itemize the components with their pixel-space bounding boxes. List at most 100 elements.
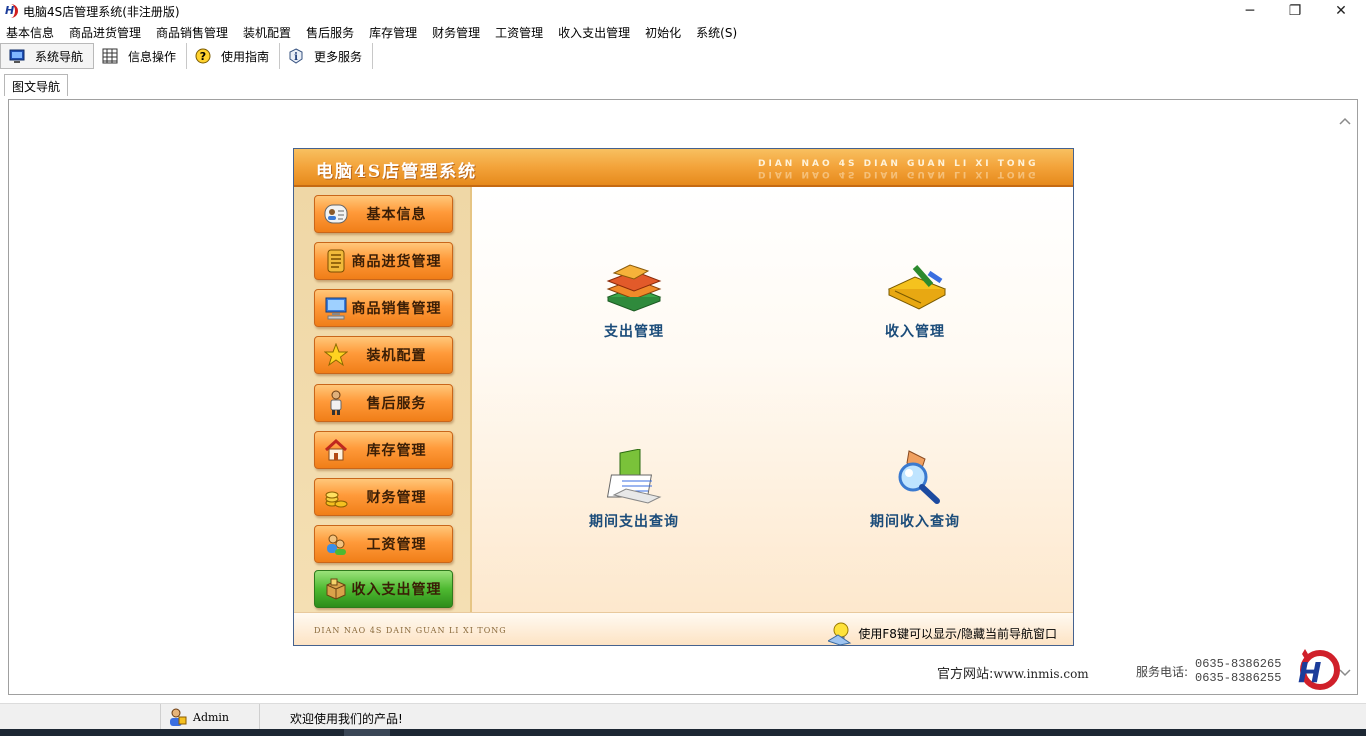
taskbar [0, 729, 1366, 736]
title-bar: H 电脑4S店管理系统(非注册版) ─ ❐ ✕ [0, 0, 1366, 22]
nav-panel: 电脑4S店管理系统 DIAN NAO 4S DIAN GUAN LI XI TO… [293, 148, 1074, 646]
panel-pinyin-reflection: DIAN NAO 4S DIAN GUAN LI XI TONG [758, 169, 1039, 179]
content-area: 电脑4S店管理系统 DIAN NAO 4S DIAN GUAN LI XI TO… [8, 99, 1358, 695]
nav-assembly-button[interactable]: 装机配置 [314, 336, 453, 374]
computer-icon [323, 295, 349, 321]
window-title: 电脑4S店管理系统(非注册版) [23, 4, 180, 19]
footer-tip: 使用F8键可以显示/隐藏当前导航窗口 [827, 621, 1057, 646]
menu-purchase[interactable]: 商品进货管理 [63, 24, 150, 41]
toolbar-system-nav-button[interactable]: 系统导航 [0, 43, 95, 69]
nav-purchase-button[interactable]: 商品进货管理 [314, 242, 453, 280]
person-icon [323, 390, 349, 416]
feature-income-management[interactable]: 收入管理 [835, 259, 995, 349]
nav-label: 收入支出管理 [351, 582, 442, 598]
nav-label: 装机配置 [366, 348, 427, 364]
toolbar-label: 系统导航 [35, 49, 84, 64]
monitor-icon [9, 48, 25, 64]
scroll-up-icon[interactable] [1339, 114, 1351, 128]
tab-strip: 图文导航 [0, 74, 1366, 96]
feature-area: 支出管理 收入管理 期间支出查询 期间收入查询 [472, 187, 1073, 612]
close-button[interactable]: ✕ [1318, 0, 1364, 22]
feature-period-income-query[interactable]: 期间收入查询 [835, 449, 995, 539]
nav-basic-info-button[interactable]: 基本信息 [314, 195, 453, 233]
minimize-button[interactable]: ─ [1227, 0, 1273, 22]
help-icon: ? [195, 48, 211, 64]
toolbar-label: 更多服务 [314, 49, 363, 64]
app-logo-icon: H [3, 3, 19, 19]
restore-button[interactable]: ❐ [1272, 0, 1318, 22]
phone-1: 0635-8386265 [1195, 657, 1282, 671]
official-site: 官方网站:www.inmis.com [937, 663, 1089, 682]
site-label: 官方网站: [937, 667, 994, 682]
svg-text:i: i [294, 52, 298, 63]
panel-title: 电脑4S店管理系统 [316, 162, 478, 182]
menu-sales[interactable]: 商品销售管理 [150, 24, 237, 41]
users-icon [323, 531, 349, 557]
nav-label: 商品销售管理 [351, 301, 442, 317]
toolbar-info-ops-button[interactable]: 信息操作 [94, 43, 188, 69]
brand-logo-icon: H [1294, 648, 1340, 692]
menu-basic-info[interactable]: 基本信息 [0, 24, 63, 41]
status-bar: Admin 欢迎使用我们的产品! [0, 703, 1366, 730]
books-icon [604, 259, 664, 315]
menu-initialize[interactable]: 初始化 [639, 24, 690, 41]
phone-numbers: 0635-8386265 0635-8386255 [1195, 657, 1281, 685]
ledger-icon [323, 248, 349, 274]
panel-footer: DIAN NAO 4S DAIN GUAN LI XI TONG 使用F8键可以… [294, 612, 1073, 646]
menu-bar: 基本信息 商品进货管理 商品销售管理 装机配置 售后服务 库存管理 财务管理 工… [0, 22, 1366, 42]
taskbar-item[interactable] [344, 729, 390, 736]
menu-inventory[interactable]: 库存管理 [363, 24, 426, 41]
feature-label: 期间支出查询 [589, 514, 679, 530]
nav-payroll-button[interactable]: 工资管理 [314, 525, 453, 563]
user-name: Admin [193, 710, 230, 724]
menu-assembly[interactable]: 装机配置 [237, 24, 300, 41]
contact-card-icon [323, 201, 349, 227]
nav-inventory-button[interactable]: 库存管理 [314, 431, 453, 469]
nav-label: 基本信息 [366, 207, 427, 223]
nav-sidebar: 基本信息 商品进货管理 商品销售管理 装机配置 售后服务 库存管理 财务管理 工… [294, 187, 472, 612]
grid-icon [102, 48, 118, 64]
status-message: 欢迎使用我们的产品! [290, 712, 403, 726]
lightbulb-icon [827, 621, 852, 646]
toolbar-label: 使用指南 [221, 49, 270, 64]
feature-period-expense-query[interactable]: 期间支出查询 [554, 448, 714, 539]
footer-tip-text: 使用F8键可以显示/隐藏当前导航窗口 [858, 626, 1057, 641]
menu-payroll[interactable]: 工资管理 [489, 24, 552, 41]
nav-income-expense-button[interactable]: 收入支出管理 [314, 570, 453, 608]
box-icon [323, 576, 349, 602]
folder-docs-icon [604, 448, 664, 505]
nav-after-sales-button[interactable]: 售后服务 [314, 384, 453, 422]
notebook-pen-icon [885, 259, 947, 315]
phone-label: 服务电话: [1136, 665, 1189, 679]
feature-label: 期间收入查询 [870, 514, 960, 530]
magnifier-icon [885, 449, 945, 505]
nav-finance-button[interactable]: 财务管理 [314, 478, 453, 516]
scroll-down-icon[interactable] [1339, 666, 1351, 680]
user-icon [167, 707, 187, 727]
status-user: Admin [160, 704, 260, 730]
nav-label: 售后服务 [366, 396, 427, 412]
feature-label: 收入管理 [885, 324, 945, 340]
nav-label: 工资管理 [366, 537, 427, 553]
toolbar-guide-button[interactable]: ? 使用指南 [187, 43, 281, 69]
coins-icon [323, 484, 349, 510]
menu-finance[interactable]: 财务管理 [426, 24, 489, 41]
tab-graphic-nav[interactable]: 图文导航 [4, 74, 69, 96]
nav-label: 库存管理 [366, 443, 427, 459]
menu-income-expense[interactable]: 收入支出管理 [552, 24, 639, 41]
nav-sales-button[interactable]: 商品销售管理 [314, 289, 453, 327]
star-icon [323, 342, 349, 368]
panel-header: 电脑4S店管理系统 DIAN NAO 4S DIAN GUAN LI XI TO… [294, 149, 1073, 187]
feature-expense-management[interactable]: 支出管理 [554, 259, 714, 349]
nav-label: 商品进货管理 [351, 254, 442, 270]
info-icon: i [288, 48, 304, 64]
svg-text:H: H [1298, 656, 1321, 689]
site-value[interactable]: www.inmis.com [993, 667, 1088, 681]
toolbar-more-services-button[interactable]: i 更多服务 [280, 43, 374, 69]
house-icon [323, 437, 349, 463]
toolbar-label: 信息操作 [128, 49, 177, 64]
svg-text:?: ? [200, 50, 206, 63]
feature-label: 支出管理 [604, 324, 664, 340]
menu-system[interactable]: 系统(S) [690, 24, 746, 41]
menu-after-sales[interactable]: 售后服务 [300, 24, 363, 41]
